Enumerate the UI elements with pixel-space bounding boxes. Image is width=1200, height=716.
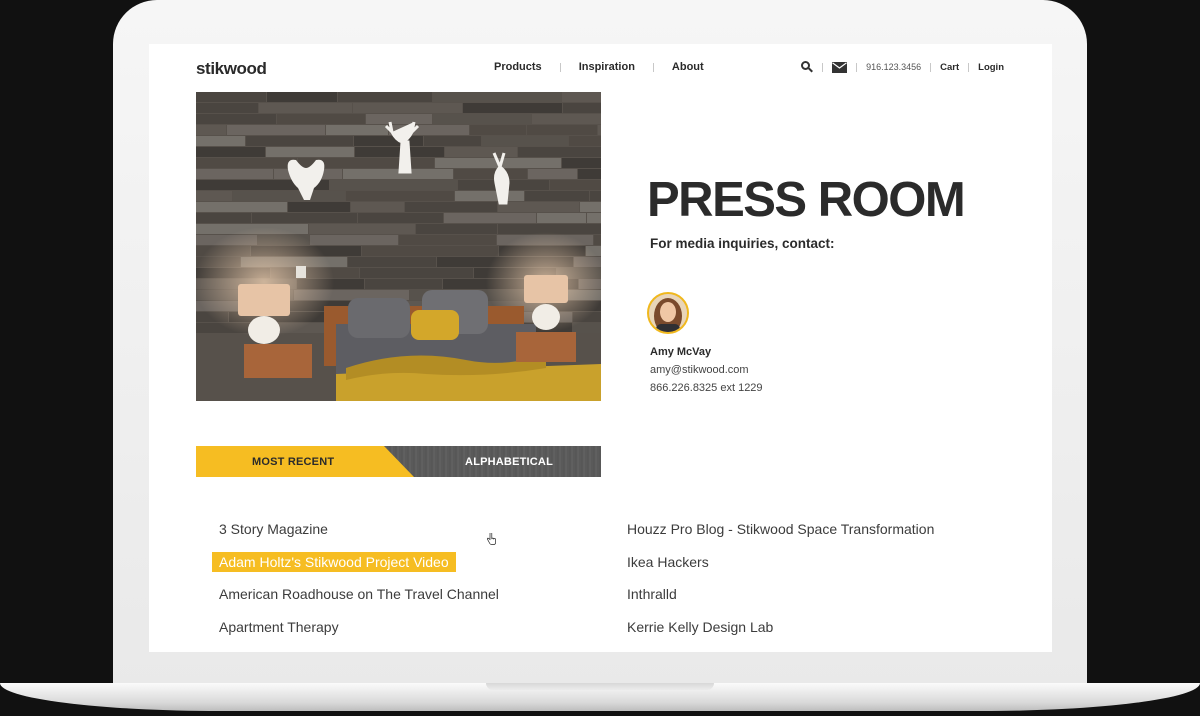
tab-alphabetical-label: ALPHABETICAL (465, 456, 553, 468)
list-item-label[interactable]: Apartment Therapy (219, 617, 339, 637)
nav-item-products[interactable]: Products (494, 61, 542, 73)
hand-pointer-icon (486, 533, 496, 545)
contact-name: Amy McVay (650, 346, 712, 358)
list-item-highlighted[interactable]: Adam Holtz's Stikwood Project Video (212, 533, 499, 585)
tab-most-recent[interactable]: MOST RECENT (196, 446, 414, 477)
cart-link[interactable]: Cart (940, 62, 959, 73)
browser-screen: stikwood Products Inspiration About 916.… (149, 44, 1052, 652)
list-item-label[interactable]: Kerrie Kelly Design Lab (627, 617, 773, 637)
nav-item-inspiration[interactable]: Inspiration (579, 61, 635, 73)
press-list-right: Houzz Pro Blog - Stikwood Space Transfor… (627, 519, 934, 649)
contact-phone[interactable]: 866.226.8325 ext 1229 (650, 382, 763, 394)
tab-most-recent-label: MOST RECENT (252, 456, 335, 468)
main-nav: Products Inspiration About (494, 61, 704, 73)
list-item[interactable]: Inthralld (627, 584, 934, 617)
list-item[interactable]: Houzz Pro Blog - Stikwood Space Transfor… (627, 519, 934, 552)
sort-tabs: ALPHABETICAL MOST RECENT (196, 446, 601, 477)
list-item-label[interactable]: Houzz Pro Blog - Stikwood Space Transfor… (627, 519, 934, 539)
list-item[interactable]: 3 Story Magazine (219, 519, 499, 552)
contact-email-link[interactable]: amy@stikwood.com (650, 364, 749, 376)
list-item-label[interactable]: Inthralld (627, 584, 677, 604)
header-phone-number[interactable]: 916.123.3456 (866, 62, 921, 72)
nav-divider (559, 62, 561, 72)
list-item-label[interactable]: Ikea Hackers (627, 552, 709, 572)
hero-image-bedroom-wood-wall (196, 92, 601, 401)
site-logo[interactable]: stikwood (196, 59, 267, 79)
list-item-label[interactable]: Adam Holtz's Stikwood Project Video (212, 551, 456, 572)
media-inquiries-subtitle: For media inquiries, contact: (650, 236, 835, 251)
list-item[interactable]: Apartment Therapy (219, 617, 499, 650)
utility-nav: 916.123.3456 Cart Login (801, 61, 1004, 73)
nav-item-about[interactable]: About (672, 61, 704, 73)
page-title: PRESS ROOM (647, 173, 966, 227)
login-link[interactable]: Login (978, 62, 1004, 73)
nav-divider (652, 62, 654, 72)
list-item-label[interactable]: 3 Story Magazine (219, 519, 328, 539)
press-list-left: 3 Story Magazine Adam Holtz's Stikwood P… (212, 519, 499, 650)
utility-divider (856, 62, 858, 72)
list-item-label[interactable]: American Roadhouse on The Travel Channel (219, 584, 499, 604)
search-icon[interactable] (801, 61, 814, 73)
avatar (647, 292, 689, 334)
list-item[interactable]: American Roadhouse on The Travel Channel (219, 584, 499, 617)
utility-divider (822, 62, 824, 72)
mail-icon[interactable] (832, 61, 848, 73)
utility-divider (968, 62, 970, 72)
utility-divider (930, 62, 932, 72)
laptop-notch (486, 683, 714, 690)
list-item[interactable]: Ikea Hackers (627, 552, 934, 585)
list-item[interactable]: Kerrie Kelly Design Lab (627, 617, 934, 650)
